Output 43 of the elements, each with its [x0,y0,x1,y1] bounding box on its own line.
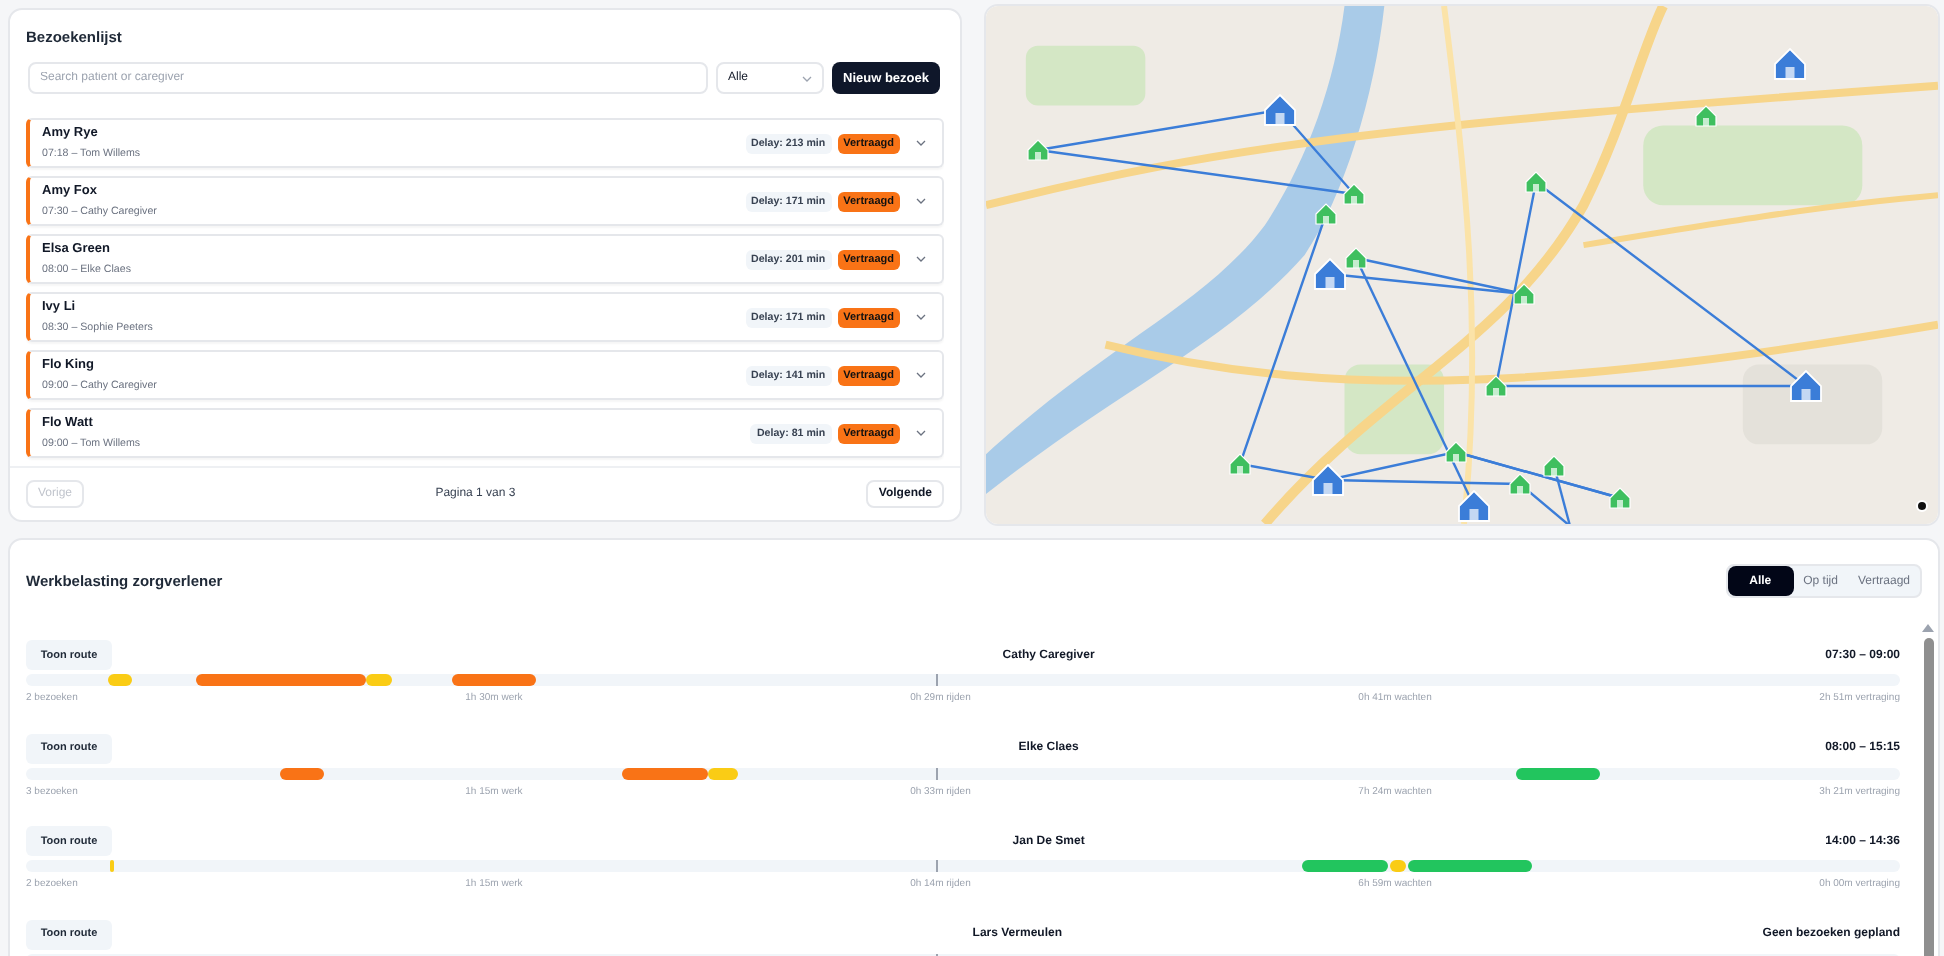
house-marker-icon[interactable] [1314,257,1346,290]
house-marker-icon[interactable] [1229,453,1251,475]
house-marker-icon[interactable] [1609,487,1631,509]
midpoint-tick [936,674,939,686]
scrollbar-thumb[interactable] [1923,638,1933,956]
visit-bar [451,674,536,686]
visit-bar [621,767,709,779]
midpoint-tick [936,767,939,779]
travel-bar [365,674,392,686]
chevron-icon[interactable] [916,140,926,146]
chevron-icon[interactable] [916,372,926,378]
chevron-icon[interactable] [916,430,926,436]
house-marker-icon[interactable] [1445,441,1467,463]
house-marker-icon[interactable] [1312,463,1344,496]
travel-bar [108,674,133,686]
visit-bar [280,767,324,779]
chevron-icon[interactable] [916,198,926,204]
visit-bar [1515,767,1601,779]
house-marker-icon[interactable] [1343,183,1365,205]
house-marker-icon[interactable] [1027,139,1049,161]
visit-bar [1407,860,1533,872]
travel-bar [1390,860,1406,872]
chevron-icon [802,75,812,81]
house-marker-icon[interactable] [1543,455,1565,477]
house-marker-icon[interactable] [1345,247,1367,269]
chevron-icon[interactable] [916,314,926,320]
house-marker-icon[interactable] [1774,47,1806,80]
travel-bar [110,860,115,872]
scroll-up-icon[interactable] [1922,624,1934,632]
house-marker-icon[interactable] [1485,375,1507,397]
house-marker-icon[interactable] [1264,93,1296,126]
travel-bar [708,767,739,779]
house-marker-icon[interactable] [1509,473,1531,495]
house-marker-icon[interactable] [1315,203,1337,225]
house-marker-icon[interactable] [1513,283,1535,305]
house-marker-icon[interactable] [1458,489,1490,522]
midpoint-tick [936,860,939,872]
house-marker-icon[interactable] [1695,105,1717,127]
scrollbar[interactable] [1920,624,1936,956]
chevron-icon[interactable] [916,256,926,262]
house-marker-icon[interactable] [1790,369,1822,402]
visit-bar [1302,860,1389,872]
house-marker-icon[interactable] [1525,171,1547,193]
